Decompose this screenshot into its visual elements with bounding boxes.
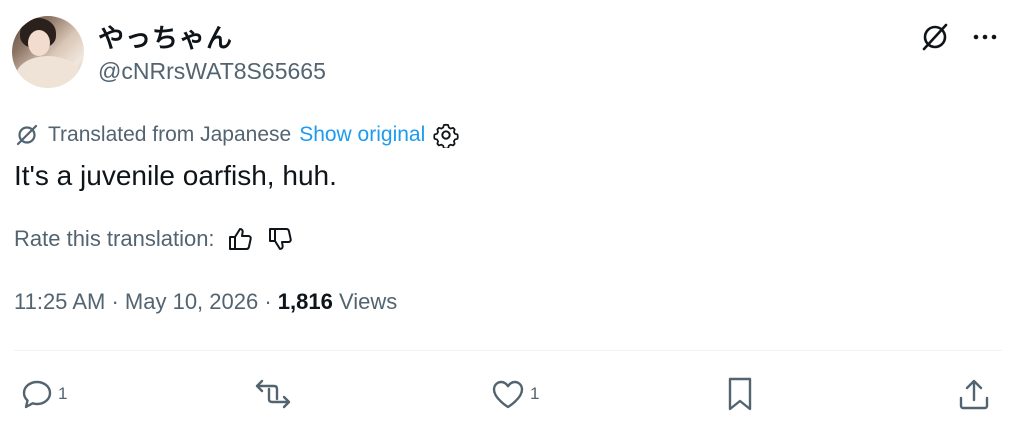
share-button[interactable] <box>956 374 992 414</box>
bookmark-icon[interactable] <box>724 376 756 412</box>
thumbs-up-icon[interactable] <box>225 224 255 254</box>
like-icon[interactable] <box>490 377 526 411</box>
retweet-button[interactable] <box>253 374 293 414</box>
retweet-icon[interactable] <box>253 377 293 411</box>
rate-translation: Rate this translation: <box>14 222 295 256</box>
translated-from-label: Translated from Japanese <box>48 123 292 146</box>
gear-icon[interactable] <box>433 122 459 148</box>
tweet-date[interactable]: May 10, 2026 <box>125 289 258 314</box>
grok-icon <box>14 122 40 148</box>
reply-count: 1 <box>58 384 68 403</box>
divider <box>14 350 1002 351</box>
share-icon[interactable] <box>956 376 992 412</box>
tweet-time[interactable]: 11:25 AM <box>14 289 105 314</box>
display-name[interactable]: やっちゃん <box>98 18 233 55</box>
reply-icon[interactable] <box>20 377 54 411</box>
like-count: 1 <box>530 384 540 403</box>
separator: · <box>111 289 119 314</box>
views-count: 1,816 <box>277 289 333 314</box>
bookmark-button[interactable] <box>724 374 756 414</box>
thumbs-down-icon[interactable] <box>265 224 295 254</box>
show-original-link[interactable]: Show original <box>299 123 425 147</box>
grok-icon[interactable] <box>918 20 952 54</box>
more-icon[interactable] <box>968 20 1002 54</box>
user-handle[interactable]: @cNRrsWAT8S65665 <box>98 58 326 85</box>
tweet-meta: 11:25 AM · May 10, 2026 · 1,816 Views <box>14 289 397 315</box>
rate-translation-label: Rate this translation: <box>14 226 215 251</box>
views-label: Views <box>338 289 398 314</box>
separator: · <box>264 289 272 314</box>
avatar[interactable] <box>12 16 84 88</box>
tweet-text: It's a juvenile oarfish, huh. <box>14 160 337 191</box>
reply-button[interactable]: 1 <box>20 374 67 414</box>
translation-info: Translated from Japanese Show original <box>14 118 459 152</box>
like-button[interactable]: 1 <box>490 374 539 414</box>
